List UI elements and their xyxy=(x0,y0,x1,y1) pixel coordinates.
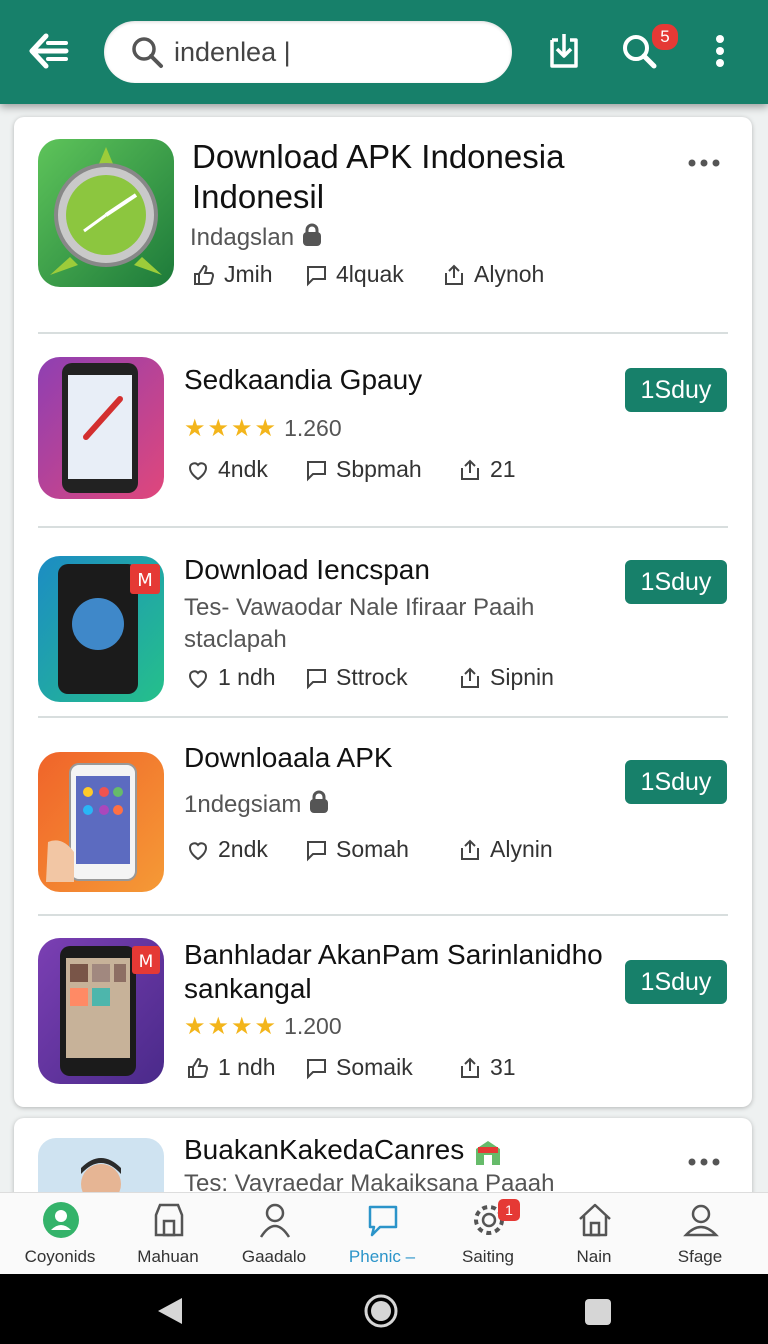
comment-icon xyxy=(307,840,326,861)
download-icon[interactable] xyxy=(542,28,586,74)
system-recents-icon[interactable] xyxy=(584,1298,612,1326)
list-item[interactable]: M Banhladar AkanPam Sarinlanidho sankang… xyxy=(14,916,752,1106)
lock-icon xyxy=(301,223,323,254)
back-arrow-icon[interactable] xyxy=(26,30,72,72)
list-item[interactable]: Downloaala APK 1ndegsiam 2ndk Somah Alyn… xyxy=(14,718,752,914)
stat-shares: Sipnin xyxy=(458,664,554,691)
heart-icon xyxy=(189,461,207,480)
app-title[interactable]: Download APK Indonesia Indonesil xyxy=(192,137,612,217)
stat-likes: 4ndk xyxy=(186,456,268,483)
app-rating: ★★★★ 1.260 xyxy=(184,415,342,442)
settings-badge: 1 xyxy=(498,1199,520,1221)
stat-shares: 21 xyxy=(458,456,516,483)
nav-item-sfage[interactable]: Sfage xyxy=(646,1193,754,1275)
install-button[interactable]: 1Sduy xyxy=(625,960,727,1004)
stat-likes: 1 ndh xyxy=(186,664,276,691)
list-item[interactable]: M Download Iencspan Tes- Vawaodar Nale I… xyxy=(14,528,752,716)
share-icon xyxy=(461,839,479,860)
system-home-icon[interactable] xyxy=(364,1294,398,1328)
photo-gallery-app-icon: M xyxy=(38,938,164,1084)
stat-comments: 4lquak xyxy=(304,261,404,288)
more-options-icon[interactable] xyxy=(686,1156,722,1168)
comment-icon xyxy=(307,1058,326,1079)
stat-shares: 31 xyxy=(458,1054,516,1081)
stat-likes: Jmih xyxy=(192,261,273,288)
search-icon xyxy=(132,37,163,68)
comment-icon xyxy=(307,668,326,689)
nav-item-coyonids[interactable]: Coyonids xyxy=(6,1193,114,1275)
install-button[interactable]: 1Sduy xyxy=(625,560,727,604)
account-icon xyxy=(683,1204,719,1237)
star-rating-icon: ★★★★ xyxy=(184,1013,279,1040)
heart-icon xyxy=(189,841,207,860)
app-title[interactable]: Download Iencspan xyxy=(184,554,430,586)
app-description: Tes- Vawaodar Nale Ifiraar Paaih staclap… xyxy=(184,594,535,653)
install-button[interactable]: 1Sduy xyxy=(625,760,727,804)
svg-text:M: M xyxy=(137,570,153,591)
lock-icon xyxy=(308,790,330,821)
app-title[interactable]: Banhladar AkanPam Sarinlanidho sankangal xyxy=(184,938,604,1006)
app-subtitle-text: Indagslan xyxy=(190,223,295,251)
stat-comments: Somaik xyxy=(304,1054,413,1081)
stat-shares: Alynin xyxy=(458,836,553,863)
nav-item-nain[interactable]: Nain xyxy=(540,1193,648,1275)
profile-icon xyxy=(43,1202,79,1238)
list-item[interactable]: Sedkaandia Gpauy ★★★★ 1.260 4ndk Sbpmah 2… xyxy=(14,334,752,526)
stat-comments: Sttrock xyxy=(304,664,408,691)
app-title[interactable]: BuakanKakedaCanres xyxy=(184,1134,504,1167)
system-back-icon[interactable] xyxy=(154,1296,184,1326)
phone-note-app-icon xyxy=(38,357,164,499)
notification-badge: 5 xyxy=(650,22,680,52)
system-navigation-bar xyxy=(0,1274,768,1344)
store-icon xyxy=(154,1203,184,1237)
store-icon xyxy=(475,1140,500,1165)
top-app-bar: 5 xyxy=(0,0,768,104)
nav-item-mahuan[interactable]: Mahuan xyxy=(114,1193,222,1275)
globe-phone-app-icon: M xyxy=(38,556,164,702)
app-subtitle: Indagslan xyxy=(190,223,323,254)
share-icon xyxy=(461,667,479,688)
stat-comments: Somah xyxy=(304,836,409,863)
app-title[interactable]: Sedkaandia Gpauy xyxy=(184,364,422,396)
home-icon xyxy=(579,1203,611,1237)
share-icon xyxy=(461,1057,479,1078)
app-subtitle-text: 1ndegsiam xyxy=(184,790,302,818)
clock-app-icon xyxy=(38,139,174,287)
share-icon xyxy=(461,459,479,480)
thumbs-up-icon xyxy=(188,1057,209,1078)
person-icon xyxy=(259,1203,291,1238)
comment-icon xyxy=(307,460,326,481)
list-item[interactable]: Download APK Indonesia Indonesil Indagsl… xyxy=(14,117,752,333)
stat-likes: 1 ndh xyxy=(186,1054,276,1081)
app-title[interactable]: Downloaala APK xyxy=(184,742,393,774)
thumbs-up-icon xyxy=(194,264,215,285)
stat-shares: Alynoh xyxy=(442,261,544,288)
nav-item-gaadalo[interactable]: Gaadalo xyxy=(220,1193,328,1275)
svg-text:M: M xyxy=(139,952,154,972)
search-bar[interactable] xyxy=(104,21,512,83)
comment-icon xyxy=(307,265,326,286)
chat-bubble-icon xyxy=(368,1205,398,1237)
stat-likes: 2ndk xyxy=(186,836,268,863)
stat-comments: Sbpmah xyxy=(304,456,422,483)
app-rating: ★★★★ 1.200 xyxy=(184,1013,342,1040)
heart-icon xyxy=(189,669,207,688)
app-list-card: Download APK Indonesia Indonesil Indagsl… xyxy=(14,117,752,1107)
bottom-navigation: Coyonids Mahuan Gaadalo Phenic – 1 Saiti… xyxy=(0,1192,768,1275)
search-input[interactable] xyxy=(174,31,494,73)
more-options-icon[interactable] xyxy=(686,157,722,169)
star-rating-icon: ★★★★ xyxy=(184,415,279,442)
install-button[interactable]: 1Sduy xyxy=(625,368,727,412)
overflow-menu-icon[interactable] xyxy=(700,28,740,74)
share-icon xyxy=(445,264,463,285)
nav-item-saiting[interactable]: 1 Saiting xyxy=(434,1193,542,1275)
app-subtitle: 1ndegsiam xyxy=(184,790,330,821)
nav-item-phenic[interactable]: Phenic – xyxy=(328,1193,436,1275)
hand-phone-app-icon xyxy=(38,752,164,892)
